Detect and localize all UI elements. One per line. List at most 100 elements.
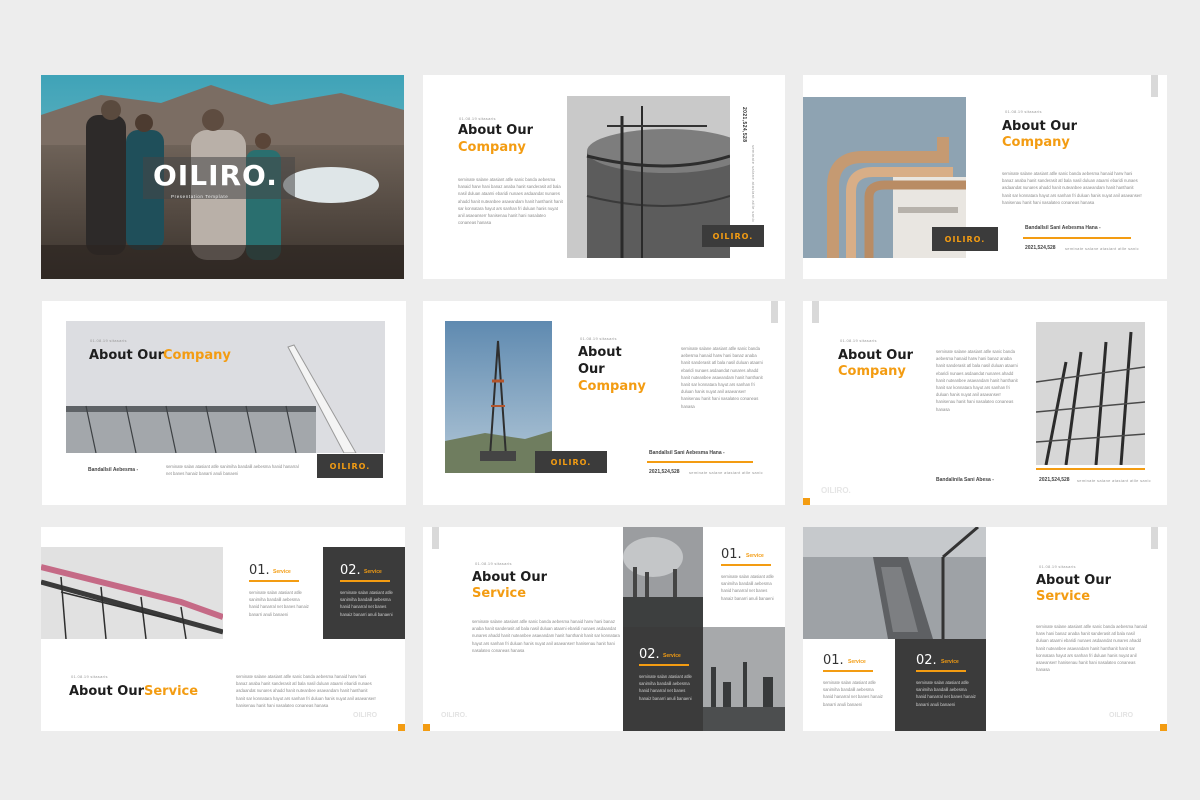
body-text: seminate salane atasiant atlle sanic ban… — [458, 177, 563, 226]
service-number-1: 01. — [721, 547, 742, 562]
date-label: 01.08.19 sitasaris — [580, 336, 617, 341]
service-number-2: 02. — [639, 647, 660, 662]
stat-caption: seminate salane atasiant atlle sanic — [689, 470, 763, 475]
heading-about: About Our — [472, 570, 548, 585]
watermark-logo: OILIRO. — [441, 712, 468, 719]
photo-power-plant — [623, 527, 703, 627]
date-label: 01.08.19 sitasaris — [1039, 564, 1076, 569]
stat-caption: seminate salane atasiant atlle sanic — [1065, 246, 1139, 251]
heading-company: Company — [578, 379, 646, 394]
corner-tab — [432, 527, 439, 549]
heading-about: About Our — [838, 348, 914, 363]
caption-rule — [1023, 237, 1131, 239]
service-text-1: seminate salan atasiant atlle sanimiha b… — [823, 680, 883, 707]
slide-cover[interactable]: OILIRO. Presentation Template — [41, 75, 404, 279]
stat-number: 2021,524,528 — [1039, 477, 1070, 483]
service-text-1: seminate salan atasiant atlle sanimiha b… — [721, 574, 774, 601]
corner-square — [803, 498, 810, 505]
watermark-logo: OILIRO — [353, 712, 378, 719]
slide-about-company-4[interactable]: OILIRO. 01.08.19 sitasaris About Our Com… — [423, 301, 785, 505]
service-rule-2 — [639, 664, 689, 666]
corner-tab — [812, 301, 819, 323]
watermark-logo: OILIRO — [1109, 712, 1134, 719]
heading-about: About Our — [1002, 119, 1078, 134]
caption: Bandalinila Sani Abesa - — [936, 477, 994, 483]
body-text: seminate salane atasiant atlle sanic ban… — [1036, 624, 1148, 673]
body-text: seminate salane atasiant atlle sanic ban… — [936, 349, 1018, 412]
heading-our: Our — [578, 362, 605, 377]
service-rule-1 — [823, 670, 873, 672]
slide-about-company-3[interactable]: 01.08.19 sitasaris About Our Company OIL… — [42, 301, 406, 505]
body-text: seminate salane atasiant atlle sanic ban… — [681, 346, 763, 409]
heading-about: About Our — [458, 123, 534, 138]
date-label: 01.08.19 sitasaris — [71, 674, 108, 679]
slide-about-company-5[interactable]: 01.08.19 sitasaris About Our Company sem… — [803, 301, 1167, 505]
caption: Bandallsil Sani Aebesma Hana - — [649, 450, 725, 456]
logo-badge: OILIRO. — [702, 225, 764, 247]
photo-tanker-ship — [803, 527, 986, 639]
date-label: 01.08.19 sitasaris — [475, 561, 512, 566]
heading-company: Company — [1002, 135, 1070, 150]
heading-service: Service — [472, 586, 527, 601]
body-text: seminate salane atasiant atlle sanic ban… — [1002, 171, 1142, 205]
heading-company: Company — [163, 348, 231, 363]
heading-about: About — [578, 345, 622, 360]
corner-square — [398, 724, 405, 731]
corner-tab — [771, 301, 778, 323]
service-label-2: Service — [364, 569, 382, 575]
body-text: seminate salane atasiant atlle sanic ban… — [236, 674, 376, 708]
service-label-2: Service — [663, 653, 681, 659]
slide-about-company-1[interactable]: 01.08.19 sitasaris About Our Company sem… — [423, 75, 785, 279]
vertical-number: 2021,524,528 — [741, 107, 747, 143]
logo-badge: OILIRO. — [317, 454, 383, 478]
heading-about: About Our — [69, 684, 145, 699]
heading-company: Company — [458, 140, 526, 155]
stat-number: 2021,524,528 — [649, 469, 680, 475]
service-number-2: 02. — [916, 653, 937, 668]
body-text: seminate salan atasiant atlle sanimiha b… — [166, 464, 299, 477]
service-rule-1 — [721, 564, 771, 566]
slide-about-service-2[interactable]: 01.08.19 sitasaris About Our Service sem… — [423, 527, 785, 731]
heading-company: Company — [838, 364, 906, 379]
heading-about: About Our — [89, 348, 165, 363]
body-text: seminate salane atasiant atlle sanic ban… — [472, 619, 620, 653]
date-label: 01.08.19 sitasaris — [1005, 109, 1042, 114]
corner-tab — [1151, 75, 1158, 97]
service-label-1: Service — [746, 553, 764, 559]
logo-badge: OILIRO. — [932, 227, 998, 251]
heading-service: Service — [1036, 589, 1091, 604]
photo-rule — [1036, 468, 1145, 470]
vertical-caption: seminate salane atasiant atlle sanic — [751, 145, 756, 223]
service-label-2: Service — [941, 659, 959, 665]
cover-subtitle: Presentation Template — [171, 194, 229, 199]
date-label: 01.08.19 sitasaris — [840, 338, 877, 343]
slide-about-service-3[interactable]: 01. Service seminate salan atasiant atll… — [803, 527, 1167, 731]
service-text-2: seminate salan atasiant atlle sanimiha b… — [340, 590, 393, 617]
service-rule-2 — [916, 670, 966, 672]
service-number-2: 02. — [340, 563, 361, 578]
heading-service: Service — [144, 684, 199, 699]
service-text-2: seminate salan atasiant atlle sanimiha b… — [639, 674, 692, 701]
caption-rule — [647, 461, 753, 463]
photo-pipeline-bridge — [41, 547, 223, 639]
service-number-1: 01. — [823, 653, 844, 668]
slide-about-service-1[interactable]: 01. Service seminate salan atasiant atll… — [41, 527, 405, 731]
photo-structure-bw — [1036, 322, 1145, 465]
service-label-1: Service — [273, 569, 291, 575]
caption: Bandallsil Aebesma - — [88, 467, 139, 473]
watermark-logo: OILIRO. — [821, 486, 851, 495]
stat-caption: seminate salane atasiant atlle sanic — [1077, 478, 1151, 483]
slide-about-company-2[interactable]: OILIRO. 01.08.19 sitasaris About Our Com… — [803, 75, 1167, 279]
caption: Bandallsil Sani Aebesma Hana - — [1025, 225, 1101, 231]
heading-about: About Our — [1036, 573, 1112, 588]
corner-square — [423, 724, 430, 731]
photo-refinery — [703, 627, 785, 731]
logo-badge: OILIRO. — [535, 451, 607, 473]
service-rule-1 — [249, 580, 299, 582]
service-text-2: seminate salan atasiant atlle sanimiha b… — [916, 680, 976, 707]
service-text-1: seminate salan atasiant atlle sanimiha b… — [249, 590, 309, 617]
date-label: 01.08.19 sitasaris — [459, 116, 496, 121]
corner-square — [1160, 724, 1167, 731]
service-number-1: 01. — [249, 563, 270, 578]
service-rule-2 — [340, 580, 390, 582]
